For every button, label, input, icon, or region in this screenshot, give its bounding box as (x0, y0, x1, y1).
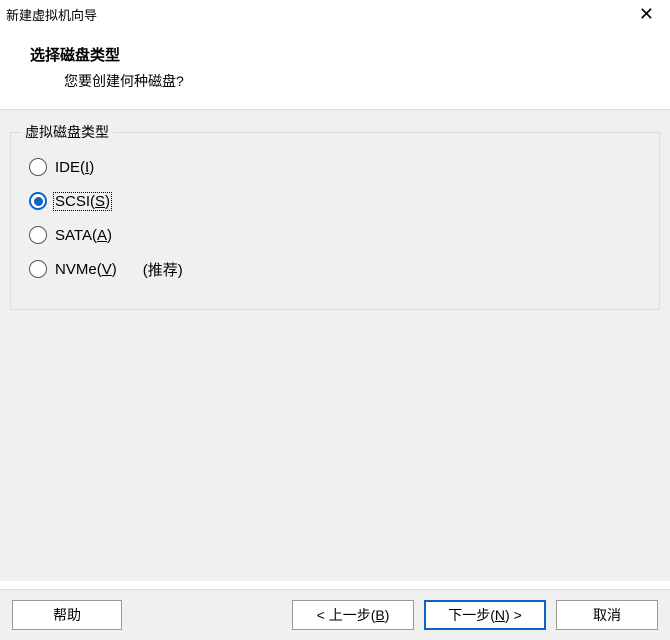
next-button[interactable]: 下一步(N) > (424, 600, 546, 630)
radio-option-scsi[interactable]: SCSI(S) (29, 187, 641, 215)
radio-option-sata[interactable]: SATA(A) (29, 221, 641, 249)
radio-icon (29, 260, 47, 278)
radio-icon (29, 226, 47, 244)
radio-option-nvme[interactable]: NVMe(V) (推荐) (29, 255, 641, 283)
cancel-button[interactable]: 取消 (556, 600, 658, 630)
group-title: 虚拟磁盘类型 (21, 122, 113, 142)
radio-label: SCSI(S) (53, 192, 112, 211)
help-button[interactable]: 帮助 (12, 600, 122, 630)
back-button[interactable]: < 上一步(B) (292, 600, 414, 630)
wizard-header: 选择磁盘类型 您要创建何种磁盘? (0, 28, 670, 109)
radio-label: SATA(A) (53, 226, 114, 245)
recommended-note: (推荐) (143, 259, 183, 280)
radio-option-ide[interactable]: IDE(I) (29, 153, 641, 181)
wizard-footer: 帮助 < 上一步(B) 下一步(N) > 取消 (0, 589, 670, 640)
radio-icon (29, 192, 47, 210)
radio-icon (29, 158, 47, 176)
radio-label: NVMe(V) (53, 260, 119, 279)
window-title: 新建虚拟机向导 (6, 5, 97, 24)
page-subtitle: 您要创建何种磁盘? (30, 71, 670, 91)
close-icon[interactable]: ✕ (633, 5, 660, 23)
title-bar: 新建虚拟机向导 ✕ (0, 0, 670, 28)
content-area: 虚拟磁盘类型 IDE(I) SCSI(S) SATA(A) NVMe(V) (推… (0, 109, 670, 581)
disk-type-group: 虚拟磁盘类型 IDE(I) SCSI(S) SATA(A) NVMe(V) (推… (10, 132, 660, 310)
radio-label: IDE(I) (53, 158, 96, 177)
page-title: 选择磁盘类型 (30, 44, 670, 65)
